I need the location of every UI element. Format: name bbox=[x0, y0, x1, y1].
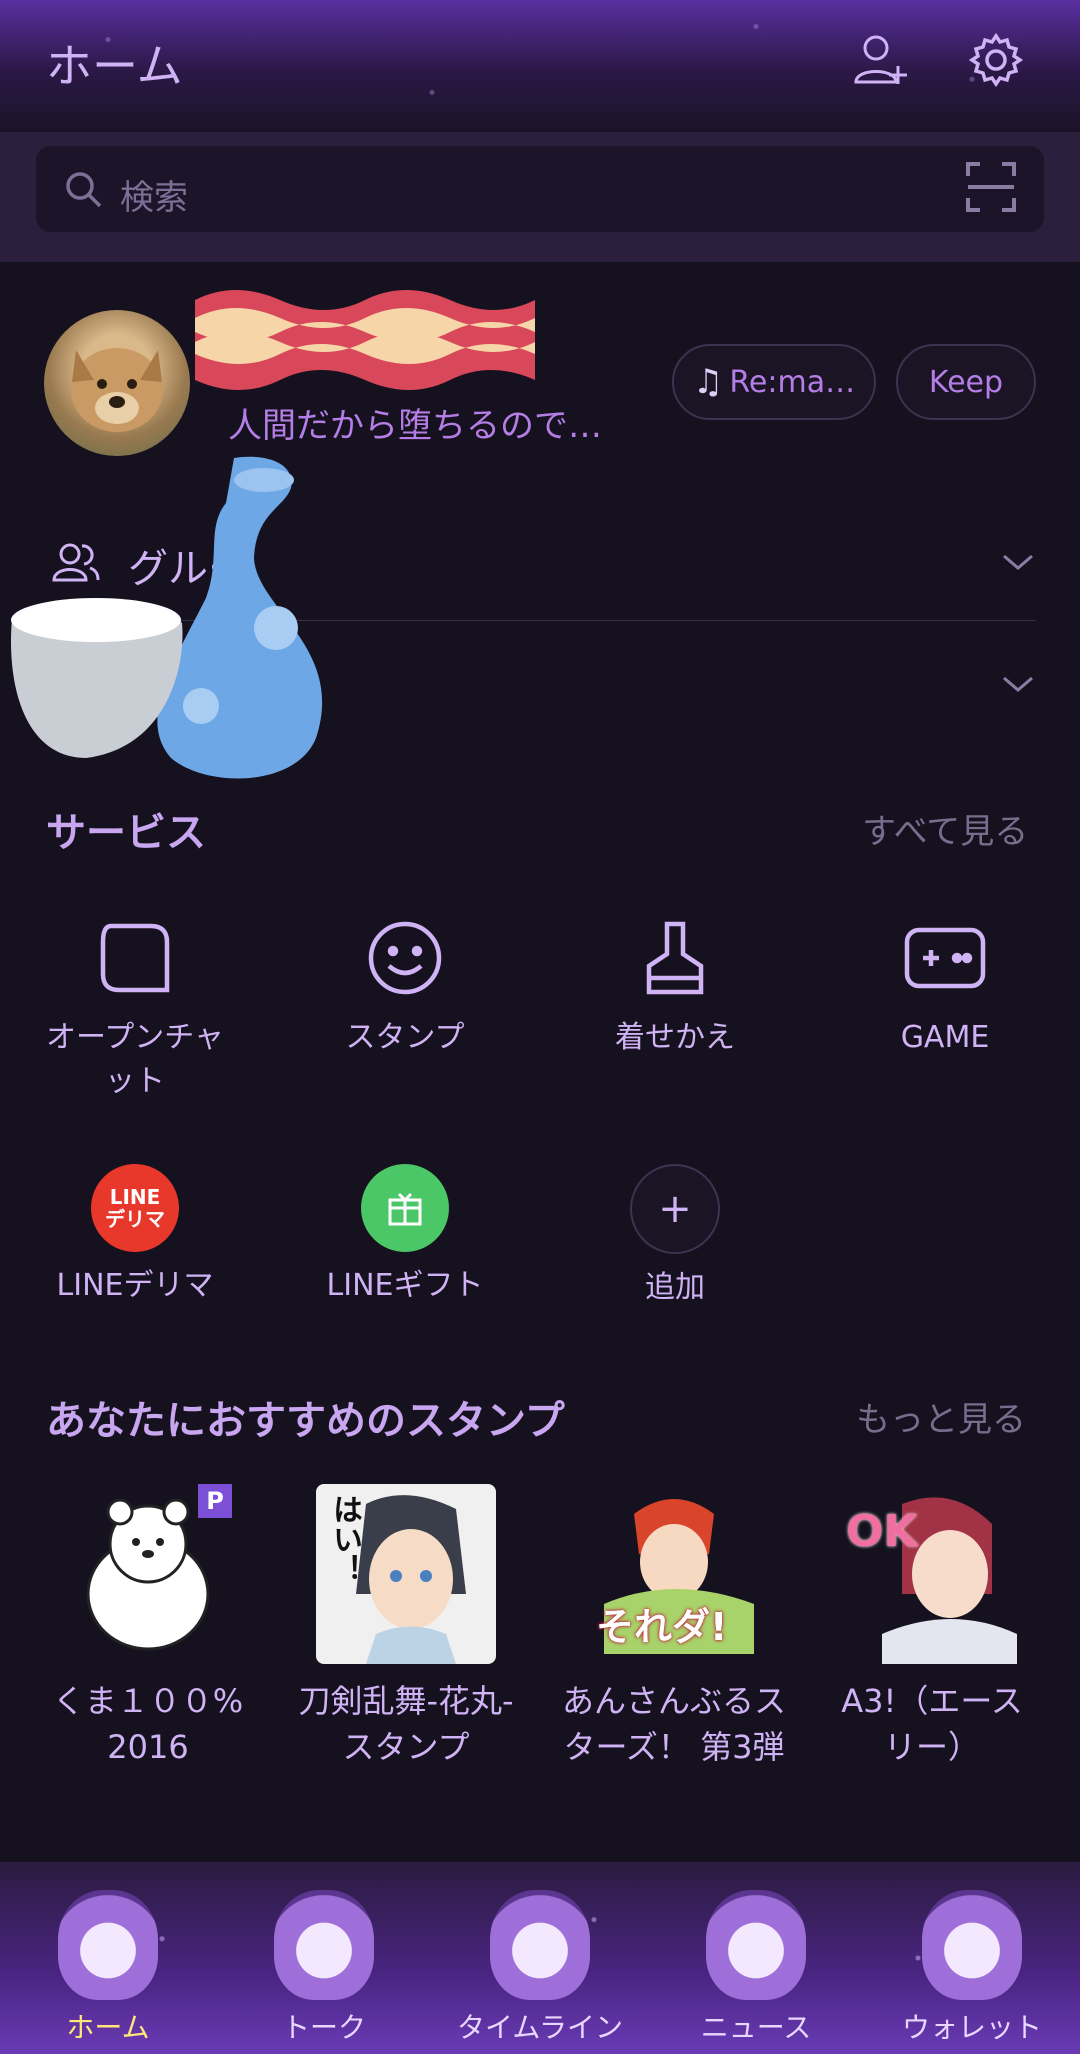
stamp-label: A3!（エース リー） bbox=[841, 1682, 1023, 1766]
plus-icon: + bbox=[630, 1164, 720, 1254]
service-label: スタンプ bbox=[345, 1020, 465, 1055]
wallet-character-icon bbox=[922, 1890, 1022, 2000]
stamp-item[interactable]: P くま１００% 2016 bbox=[28, 1484, 268, 1770]
stamps-more-link[interactable]: もっと見る bbox=[856, 1392, 1026, 1441]
nav-timeline[interactable]: タイムライン bbox=[432, 1870, 648, 2054]
services-title: サービス bbox=[46, 810, 206, 856]
talk-character-icon bbox=[274, 1890, 374, 2000]
keep-button[interactable]: Keep bbox=[896, 344, 1036, 420]
service-label: 着せかえ bbox=[615, 1020, 735, 1055]
sake-sticker-image bbox=[6, 448, 376, 792]
gamepad-icon bbox=[835, 918, 1055, 1002]
service-open-chat[interactable]: オープンチャ ット bbox=[25, 918, 245, 1104]
music-note-icon: ♫ bbox=[692, 362, 724, 402]
nav-label: ウォレット bbox=[901, 2011, 1042, 2044]
stamp-item[interactable]: はい！ 刀剣乱舞-花丸- スタンプ bbox=[286, 1484, 526, 1770]
service-label: オープンチャ ット bbox=[46, 1020, 224, 1099]
page-title: ホーム bbox=[46, 39, 183, 93]
stamp-thumbnail: はい！ bbox=[316, 1484, 496, 1664]
stamp-thumbnail: OK bbox=[842, 1484, 1022, 1664]
add-friend-icon[interactable] bbox=[850, 30, 910, 90]
stamp-label: 刀剣乱舞-花丸- スタンプ bbox=[298, 1682, 514, 1766]
service-label: 追加 bbox=[645, 1270, 705, 1305]
gift-icon bbox=[361, 1164, 449, 1252]
nav-home[interactable]: ホーム bbox=[0, 1870, 216, 2054]
nav-talk[interactable]: トーク bbox=[216, 1870, 432, 2054]
service-label: LINEギフト bbox=[326, 1268, 484, 1303]
search-placeholder: 検索 bbox=[120, 178, 188, 218]
stamp-art-text: それダ! bbox=[596, 1605, 728, 1649]
recommended-stamps-title: あなたにおすすめのスタンプ bbox=[46, 1398, 565, 1444]
service-label: GAME bbox=[900, 1020, 990, 1055]
chevron-down-icon[interactable] bbox=[1000, 672, 1036, 700]
services-see-all-link[interactable]: すべて見る bbox=[862, 804, 1028, 853]
chevron-down-icon[interactable] bbox=[1000, 550, 1036, 578]
bacon-sticker-image bbox=[190, 280, 540, 404]
search-icon bbox=[62, 168, 104, 214]
premium-badge: P bbox=[198, 1484, 232, 1518]
home-character-icon bbox=[58, 1890, 158, 2000]
news-character-icon bbox=[706, 1890, 806, 2000]
keep-label: Keep bbox=[928, 364, 1004, 400]
nav-wallet[interactable]: ウォレット bbox=[864, 1870, 1080, 2054]
service-label: LINEデリマ bbox=[56, 1268, 214, 1303]
nav-label: ニュース bbox=[700, 2011, 812, 2044]
profile-music-button[interactable]: ♫ Re:ma… bbox=[672, 344, 876, 420]
service-add[interactable]: + 追加 bbox=[565, 1164, 785, 1310]
stamp-item[interactable]: それダ! あんさんぶるス ターズ！ 第3弾 bbox=[554, 1484, 794, 1770]
open-chat-icon bbox=[25, 918, 245, 1002]
line-delima-icon: LINE デリマ bbox=[91, 1164, 179, 1252]
service-line-delima[interactable]: LINE デリマ LINEデリマ bbox=[25, 1164, 245, 1308]
qr-scan-icon[interactable] bbox=[966, 162, 1016, 216]
nav-label: トーク bbox=[281, 2011, 366, 2044]
nav-news[interactable]: ニュース bbox=[648, 1870, 864, 2054]
settings-gear-icon[interactable] bbox=[966, 30, 1026, 90]
timeline-character-icon bbox=[490, 1890, 590, 2000]
stamp-art-text: OK bbox=[846, 1506, 918, 1557]
service-line-gift[interactable]: LINEギフト bbox=[295, 1164, 515, 1308]
stamp-item[interactable]: OK A3!（エース リー） bbox=[812, 1484, 1052, 1770]
service-game[interactable]: GAME bbox=[835, 918, 1055, 1060]
avatar[interactable] bbox=[44, 310, 190, 456]
service-theme[interactable]: 着せかえ bbox=[565, 918, 785, 1060]
stamp-thumbnail: それダ! bbox=[584, 1484, 764, 1664]
stamp-label: くま１００% 2016 bbox=[52, 1682, 244, 1766]
service-stamp[interactable]: スタンプ bbox=[295, 918, 515, 1060]
line-delima-badge-text: LINE デリマ bbox=[105, 1185, 165, 1231]
stamp-label: あんさんぶるス ターズ！ 第3弾 bbox=[561, 1682, 786, 1766]
stamp-thumbnail: P bbox=[58, 1484, 238, 1664]
profile-status-message[interactable]: 人間だから堕ちるので… bbox=[228, 398, 602, 447]
nav-label: タイムライン bbox=[456, 2011, 624, 2044]
nav-label: ホーム bbox=[66, 2011, 150, 2044]
smile-icon bbox=[295, 918, 515, 1002]
profile-music-label: Re:ma… bbox=[729, 364, 856, 400]
brush-icon bbox=[565, 918, 785, 1002]
stamp-art-text: はい！ bbox=[327, 1494, 362, 1584]
